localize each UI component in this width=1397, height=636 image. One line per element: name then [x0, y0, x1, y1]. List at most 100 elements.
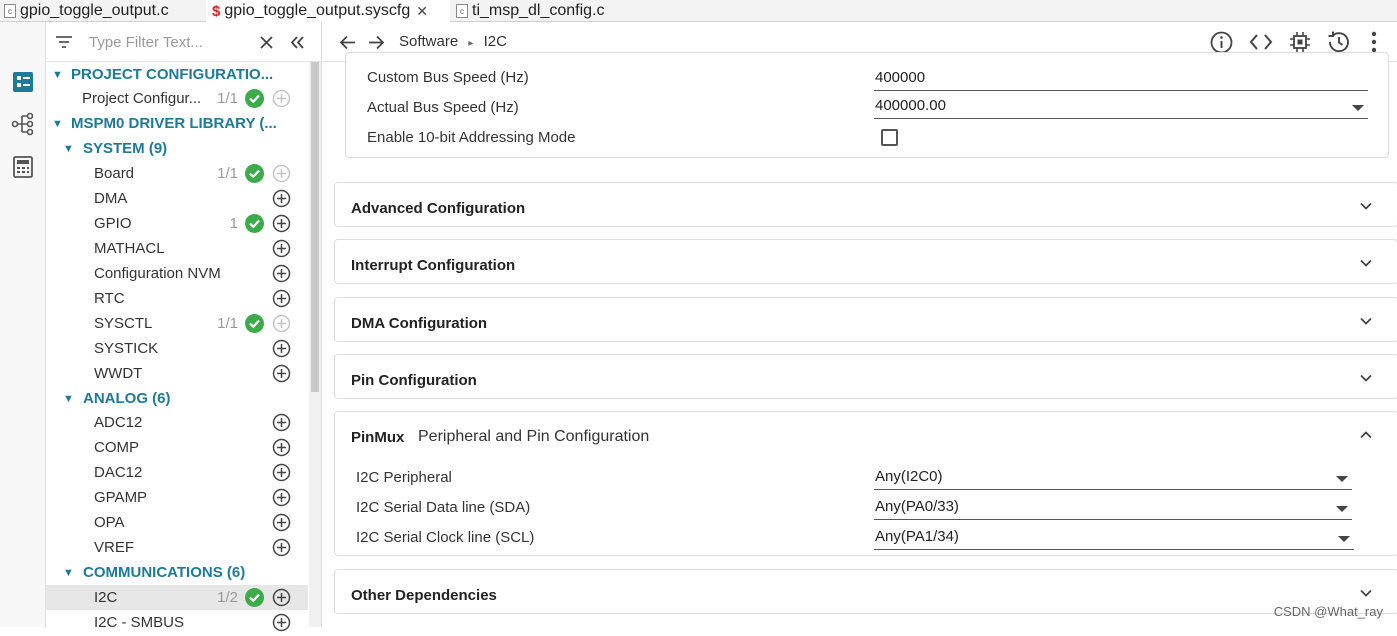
tree-item-i2c[interactable]: I2C1/2 [46, 585, 308, 610]
tree-item-vref[interactable]: VREF [46, 535, 308, 560]
info-icon[interactable] [1210, 31, 1233, 54]
tree-item-systick[interactable]: SYSTICK [46, 336, 308, 361]
breadcrumb-software[interactable]: Software [399, 33, 458, 50]
tree-item-adc12[interactable]: ADC12 [46, 410, 308, 435]
clear-filter-icon[interactable] [259, 35, 274, 50]
back-arrow-icon[interactable] [339, 35, 356, 50]
tree-item-gpamp[interactable]: GPAMP [46, 485, 308, 510]
add-icon[interactable] [272, 189, 291, 208]
category-label: ANALOG (6) [83, 390, 171, 407]
ten-bit-addressing-checkbox[interactable] [881, 129, 898, 146]
dma-configuration-section[interactable]: DMA Configuration [334, 297, 1397, 342]
chevron-down-icon[interactable] [1359, 586, 1373, 600]
select-value: Any(PA1/34) [875, 528, 959, 545]
tree-item-dma[interactable]: DMA [46, 186, 308, 211]
history-icon[interactable] [1326, 30, 1351, 54]
tree-category-communications[interactable]: ▼ COMMUNICATIONS (6) [46, 560, 308, 585]
tree-category-project-configuration[interactable]: ▼ PROJECT CONFIGURATIO... [46, 62, 308, 87]
add-icon[interactable] [272, 364, 291, 383]
check-circle-icon [245, 314, 264, 333]
add-disabled-icon [272, 89, 291, 108]
tab-ti-msp-dl-config-c[interactable]: c ti_msp_dl_config.c [456, 0, 626, 22]
tree-item-wwdt[interactable]: WWDT [46, 361, 308, 386]
hierarchy-icon[interactable] [11, 112, 35, 136]
filter-input[interactable]: Type Filter Text... [89, 34, 203, 51]
item-label: DMA [94, 190, 127, 207]
add-icon[interactable] [272, 538, 291, 557]
chevron-down-icon[interactable] [1359, 199, 1373, 213]
tree-item-rtc[interactable]: RTC [46, 286, 308, 311]
section-title: Advanced Configuration [351, 200, 525, 217]
check-circle-icon [245, 588, 264, 607]
advanced-configuration-section[interactable]: Advanced Configuration [334, 182, 1397, 227]
filter-icon[interactable] [55, 35, 73, 49]
chevron-down-icon: ▼ [63, 567, 74, 579]
tree-item-comp[interactable]: COMP [46, 435, 308, 460]
tree-item-configuration-nvm[interactable]: Configuration NVM [46, 261, 308, 286]
close-tab-icon[interactable]: ✕ [416, 3, 428, 20]
i2c-sda-select[interactable]: Any(PA0/33) [874, 498, 1352, 520]
custom-bus-speed-input[interactable]: 400000 [874, 69, 1368, 91]
i2c-scl-label: I2C Serial Clock line (SCL) [356, 529, 534, 546]
add-icon[interactable] [272, 214, 291, 233]
pin-configuration-section[interactable]: Pin Configuration [334, 354, 1397, 399]
more-options-icon[interactable] [1371, 31, 1377, 53]
tab-gpio-toggle-output-c[interactable]: c gpio_toggle_output.c [4, 0, 202, 22]
add-icon[interactable] [272, 289, 291, 308]
chevron-down-icon: ▼ [63, 143, 74, 155]
tree-category-system[interactable]: ▼ SYSTEM (9) [46, 136, 308, 161]
other-dependencies-section[interactable]: Other Dependencies [334, 569, 1397, 614]
i2c-peripheral-select[interactable]: Any(I2C0) [874, 468, 1352, 490]
tree-item-mathacl[interactable]: MATHACL [46, 236, 308, 261]
tree-item-gpio[interactable]: GPIO1 [46, 211, 308, 236]
bus-speed-card: Custom Bus Speed (Hz) 400000 Actual Bus … [345, 52, 1389, 158]
tree-item-sysctl[interactable]: SYSCTL1/1 [46, 311, 308, 336]
actual-bus-speed-select[interactable]: 400000.00 [874, 97, 1368, 119]
section-title: Pin Configuration [351, 372, 477, 389]
tab-gpio-toggle-output-syscfg[interactable]: $ gpio_toggle_output.syscfg ✕ [206, 0, 450, 22]
add-icon[interactable] [272, 613, 291, 632]
code-view-icon[interactable] [1249, 33, 1273, 51]
i2c-scl-select[interactable]: Any(PA1/34) [874, 528, 1354, 550]
add-icon[interactable] [272, 339, 291, 358]
pinmux-title: PinMux [351, 429, 404, 446]
tree-item-i2c-smbus[interactable]: I2C - SMBUS [46, 610, 308, 635]
chevron-up-icon[interactable] [1359, 428, 1373, 442]
pinmux-section: PinMux Peripheral and Pin Configuration … [334, 411, 1397, 556]
chevron-down-icon: ▼ [63, 393, 74, 405]
add-disabled-icon [272, 164, 291, 183]
chip-icon[interactable] [1289, 31, 1311, 53]
tree-category-driver-library[interactable]: ▼ MSPM0 DRIVER LIBRARY (... [46, 111, 308, 136]
configuration-list-icon[interactable] [11, 70, 35, 94]
item-label: Board [94, 165, 134, 182]
tree-item-project-configuration[interactable]: Project Configur... 1/1 [46, 86, 308, 111]
add-icon[interactable] [272, 438, 291, 457]
forward-arrow-icon[interactable] [368, 35, 385, 50]
tree-scrollbar-thumb[interactable] [311, 62, 319, 392]
chevron-down-icon[interactable] [1359, 256, 1373, 270]
tree-item-opa[interactable]: OPA [46, 510, 308, 535]
chevron-down-icon[interactable] [1359, 371, 1373, 385]
chevron-down-icon[interactable] [1359, 314, 1373, 328]
calculator-icon[interactable] [11, 155, 35, 179]
dropdown-arrow-icon [1338, 536, 1350, 542]
add-icon[interactable] [272, 588, 291, 607]
tree-item-dac12[interactable]: DAC12 [46, 460, 308, 485]
tab-label: gpio_toggle_output.c [20, 2, 169, 20]
item-label: RTC [94, 290, 125, 307]
section-title: Interrupt Configuration [351, 257, 515, 274]
tree-category-analog[interactable]: ▼ ANALOG (6) [46, 386, 308, 411]
add-icon[interactable] [272, 413, 291, 432]
add-icon[interactable] [272, 488, 291, 507]
section-title: Other Dependencies [351, 587, 497, 604]
add-icon[interactable] [272, 239, 291, 258]
custom-bus-speed-label: Custom Bus Speed (Hz) [367, 69, 529, 86]
item-count: 1 [214, 215, 238, 232]
tree-item-board[interactable]: Board1/1 [46, 161, 308, 186]
add-icon[interactable] [272, 463, 291, 482]
interrupt-configuration-section[interactable]: Interrupt Configuration [334, 239, 1397, 284]
add-icon[interactable] [272, 513, 291, 532]
select-value: Any(PA0/33) [875, 498, 959, 515]
collapse-panel-icon[interactable] [289, 35, 305, 50]
add-icon[interactable] [272, 264, 291, 283]
